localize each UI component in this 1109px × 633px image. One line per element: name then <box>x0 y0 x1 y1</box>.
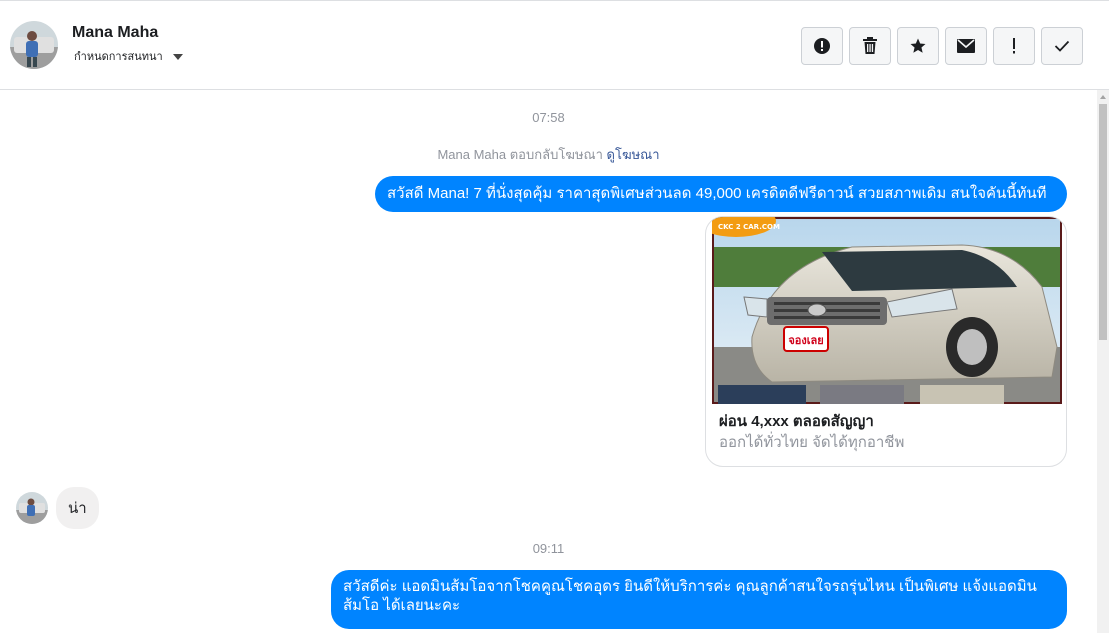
trash-icon <box>863 37 877 54</box>
mark-unread-button[interactable] <box>945 27 987 65</box>
outgoing-message-line: สวัสดีค่ะ แอดมินส้มโอจากโชคคูณโชคอุดร ยิ… <box>343 578 1037 595</box>
ad-reply-notice: Mana Maha ตอบกลับโฆษณา ดูโฆษณา <box>0 144 1097 165</box>
caret-down-icon <box>172 53 183 60</box>
timestamp: 07:58 <box>532 110 565 125</box>
star-button[interactable] <box>897 27 939 65</box>
spam-button[interactable] <box>801 27 843 65</box>
alert-circle-icon <box>814 38 830 54</box>
follow-up-button[interactable] <box>993 27 1035 65</box>
assign-conversation-label: กำหนดการสนทนา <box>74 51 163 63</box>
outgoing-message-line: ส้มโอ ได้เลยนะคะ <box>343 597 461 614</box>
timestamp: 09:11 <box>532 541 565 556</box>
scrollbar-thumb[interactable] <box>1099 104 1107 340</box>
logo-text: CKC 2 CAR.COM <box>718 223 780 231</box>
assign-conversation-dropdown[interactable]: กำหนดการสนทนา <box>74 47 183 65</box>
message-thread[interactable]: 07:58 Mana Maha ตอบกลับโฆษณา ดูโฆษณา สวั… <box>0 90 1097 633</box>
badge-text: จองเลย <box>788 334 823 347</box>
outgoing-message: สวัสดี Mana! 7 ที่นั่งสุดคุ้ม ราคาสุดพิเ… <box>375 176 1067 212</box>
star-icon <box>910 38 926 53</box>
contact-name[interactable]: Mana Maha <box>72 24 158 42</box>
conversation-header: Mana Maha กำหนดการสนทนา <box>0 0 1109 90</box>
view-ad-link[interactable]: ดูโฆษณา <box>607 147 660 162</box>
outgoing-message: สวัสดีค่ะ แอดมินส้มโอจากโชคคูณโชคอุดร ยิ… <box>331 570 1067 629</box>
ad-image: CKC 2 CAR.COM จองเลย <box>712 217 1062 404</box>
exclamation-icon <box>1013 38 1015 54</box>
scroll-up-arrow-icon[interactable] <box>1100 95 1106 99</box>
contact-avatar-small[interactable] <box>16 492 48 524</box>
ad-card[interactable]: CKC 2 CAR.COM จองเลย ผ่อน 4,xxx ตลอดสัญญ… <box>705 216 1067 467</box>
thread-scrollbar[interactable] <box>1097 90 1109 633</box>
ad-card-subtitle: ออกได้ทั่วไทย จัดได้ทุกอาชีพ <box>719 434 905 451</box>
conversation-actions <box>801 27 1083 65</box>
mark-done-button[interactable] <box>1041 27 1083 65</box>
incoming-message: น่า <box>56 487 99 529</box>
delete-button[interactable] <box>849 27 891 65</box>
envelope-icon <box>957 39 975 53</box>
ad-reply-text: Mana Maha ตอบกลับโฆษณา <box>437 147 603 162</box>
contact-avatar[interactable] <box>10 21 58 69</box>
check-icon <box>1054 40 1070 52</box>
